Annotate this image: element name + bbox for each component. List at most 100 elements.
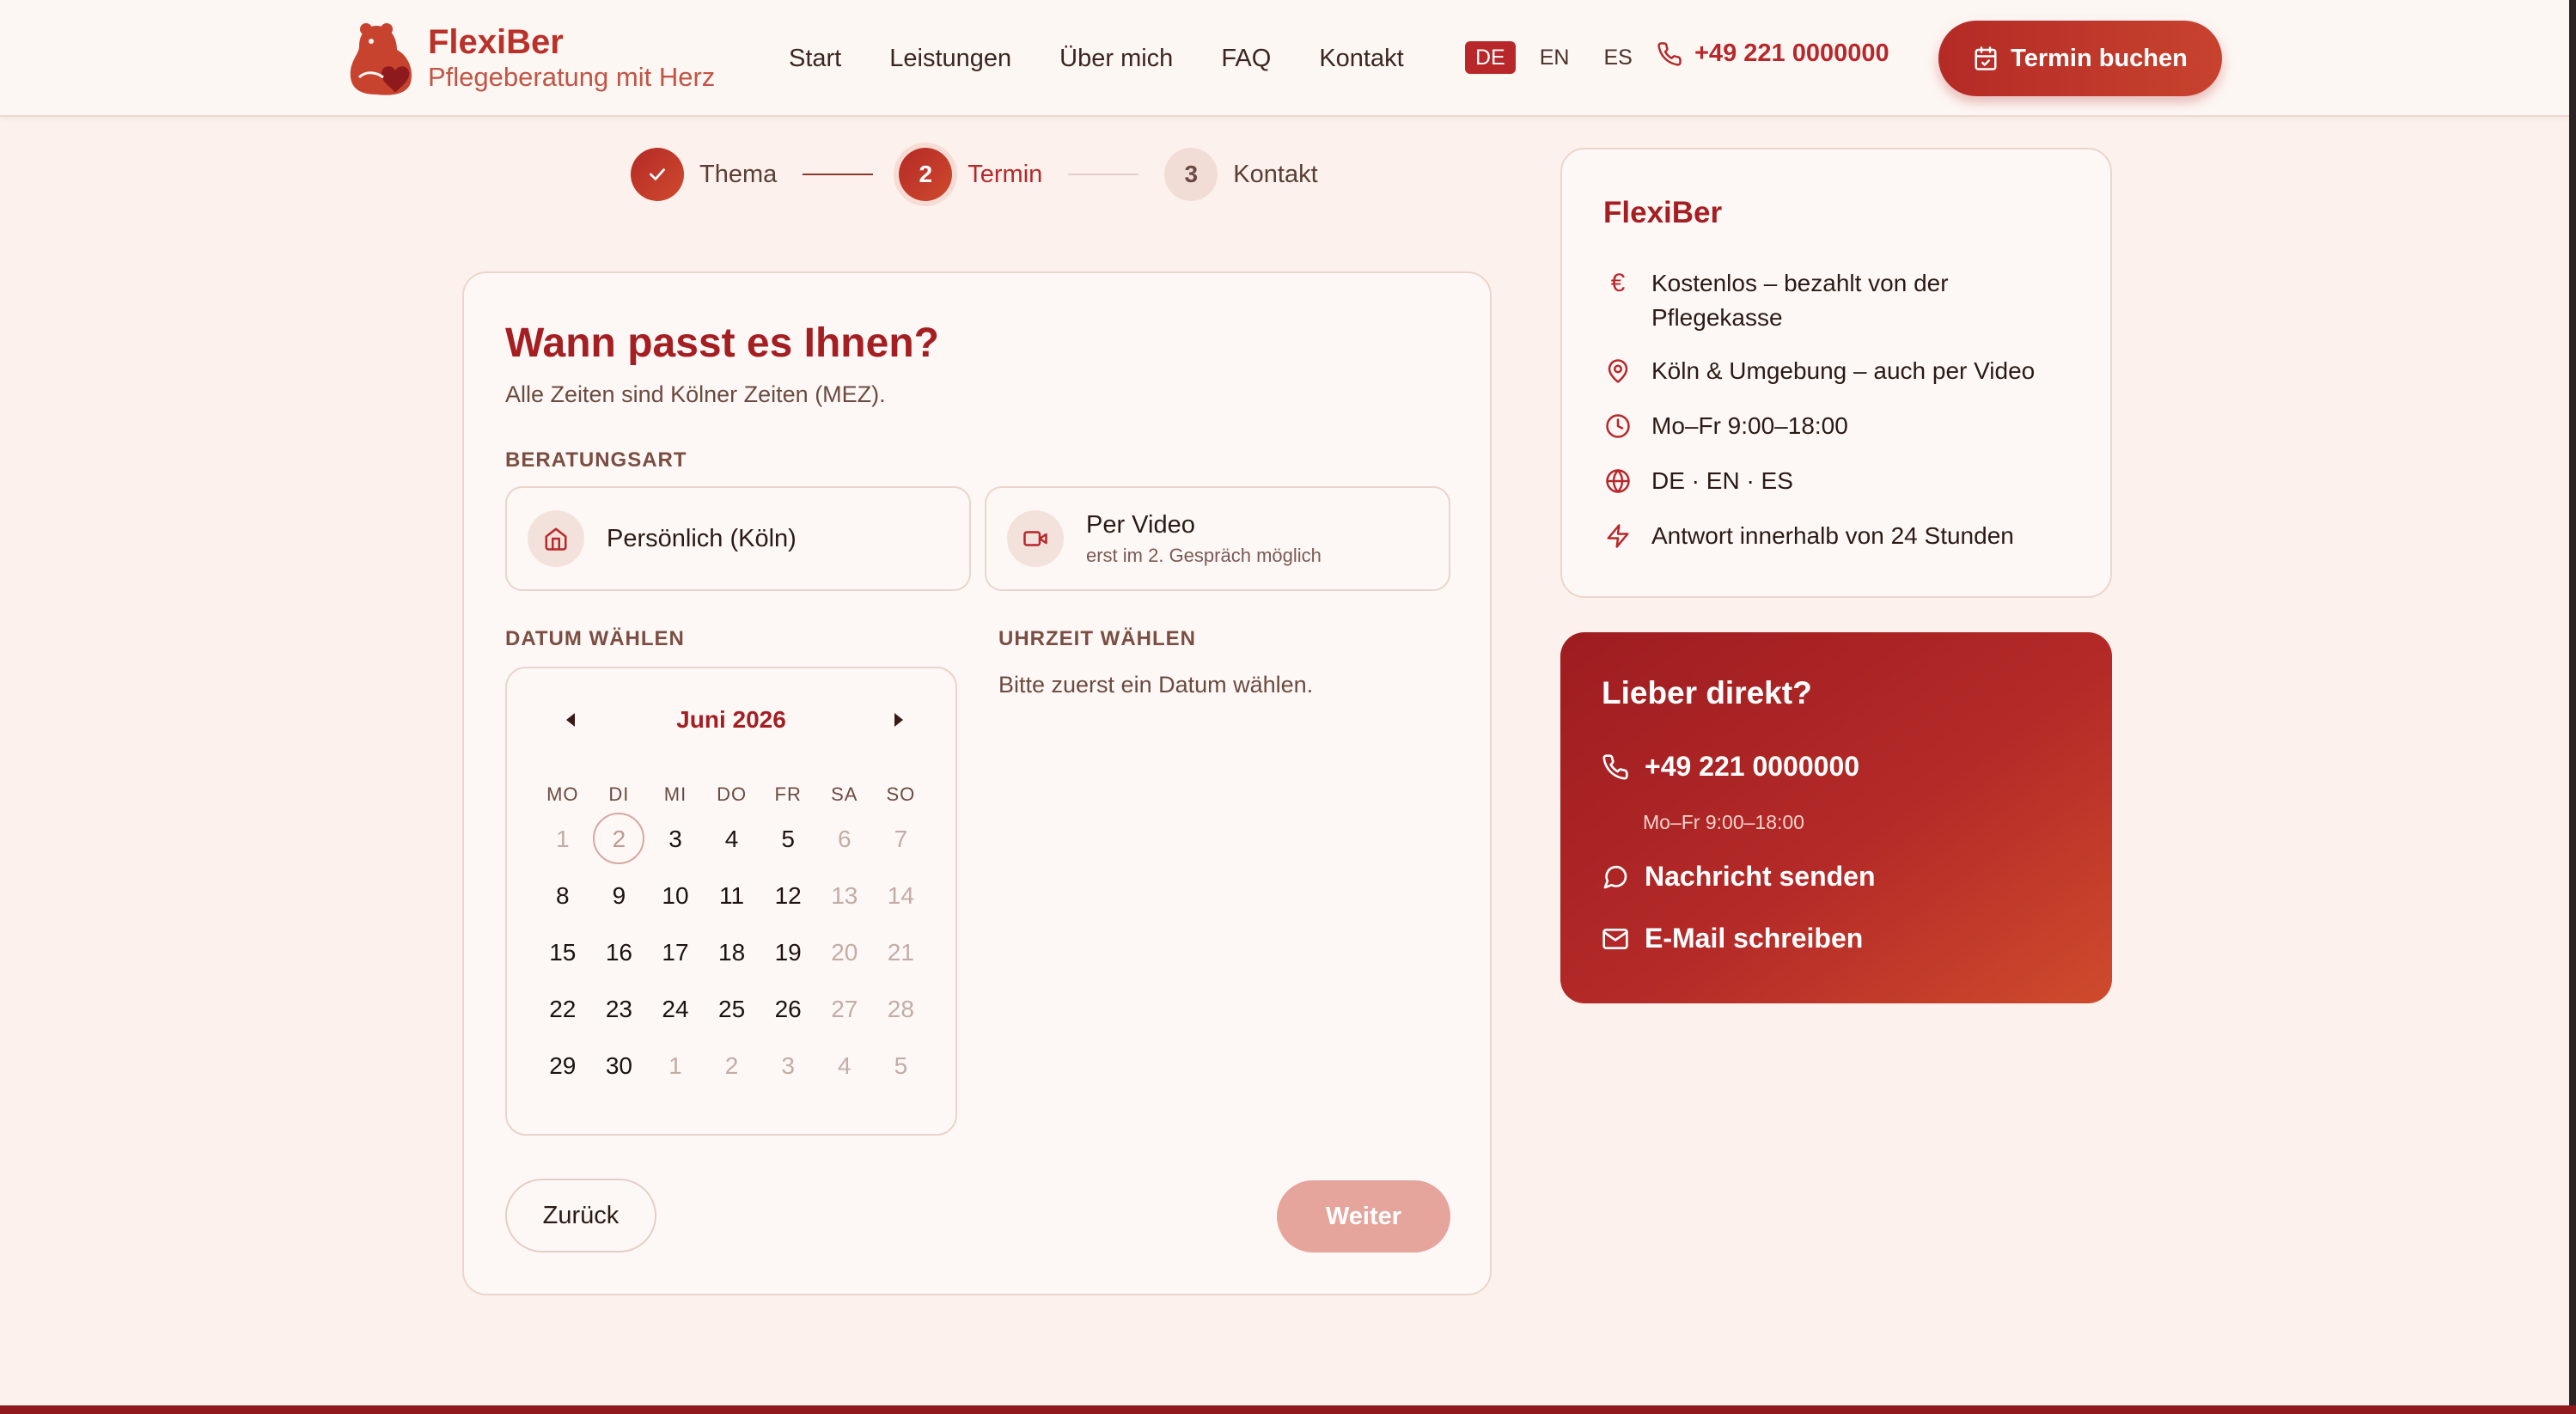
- calendar-day-number: 13: [831, 882, 858, 909]
- weekday-label: DI: [608, 783, 630, 805]
- calendar-day[interactable]: 5: [760, 826, 816, 853]
- phone-icon: [1657, 41, 1682, 66]
- euro-icon: €: [1610, 269, 1626, 297]
- language-switcher: DE EN ES: [1465, 41, 1657, 74]
- logo[interactable]: FlexiBer Pflegeberatung mit Herz: [347, 21, 715, 96]
- nav-ueber-mich[interactable]: Über mich: [1059, 41, 1173, 76]
- calendar-day-number: 4: [837, 1052, 852, 1079]
- book-appointment-button[interactable]: Termin buchen: [1938, 21, 2222, 96]
- nav-faq[interactable]: FAQ: [1221, 41, 1271, 76]
- option-video[interactable]: Per Video erst im 2. Gespräch möglich: [985, 486, 1450, 591]
- calendar-day: 13: [816, 882, 873, 910]
- info-title: FlexiBer: [1603, 196, 1723, 229]
- option-in-person[interactable]: Persönlich (Köln): [505, 486, 971, 591]
- calendar-day-number: 3: [668, 826, 682, 852]
- calendar-day[interactable]: 19: [760, 939, 816, 966]
- calendar-day: 28: [873, 996, 930, 1023]
- calendar-day[interactable]: 12: [760, 882, 816, 910]
- step-label: Termin: [968, 160, 1043, 188]
- calendar-day-number: 29: [549, 1052, 577, 1079]
- nav-kontakt[interactable]: Kontakt: [1319, 41, 1403, 76]
- step-label: Kontakt: [1233, 160, 1318, 188]
- calendar-day[interactable]: 16: [591, 939, 648, 966]
- calendar-day-number: 22: [549, 996, 577, 1022]
- calendar-day-number: 25: [718, 996, 746, 1022]
- info-text: Mo–Fr 9:00–18:00: [1651, 412, 1848, 439]
- calendar-day[interactable]: 18: [704, 939, 760, 966]
- home-icon: [528, 510, 584, 567]
- calendar-day[interactable]: 10: [647, 882, 704, 910]
- nav-leistungen[interactable]: Leistungen: [889, 41, 1011, 76]
- calendar-day-number: 10: [662, 882, 689, 909]
- calendar-day-number: 18: [718, 939, 746, 966]
- calendar-day-number: 23: [605, 996, 632, 1022]
- option-title: Per Video: [1086, 510, 1195, 539]
- date-label: DATUM WÄHLEN: [505, 627, 685, 650]
- lang-es[interactable]: ES: [1593, 41, 1642, 74]
- form-subtitle: Alle Zeiten sind Kölner Zeiten (MEZ).: [505, 381, 886, 407]
- calendar-day[interactable]: 29: [534, 1052, 591, 1080]
- video-icon: [1007, 510, 1064, 567]
- footer-edge: [0, 1405, 2576, 1414]
- calendar-day[interactable]: 4: [704, 826, 760, 853]
- calendar-day-number: 1: [556, 826, 570, 852]
- send-email-label: E-Mail schreiben: [1645, 923, 1864, 954]
- calendar-day[interactable]: 15: [534, 939, 591, 966]
- next-month-button[interactable]: [888, 710, 909, 730]
- prev-month-button[interactable]: [560, 710, 581, 730]
- calendar-day[interactable]: 22: [534, 996, 591, 1023]
- info-text: Kostenlos – bezahlt von der Pflegekasse: [1651, 270, 1949, 331]
- calendar-check-icon: [1975, 46, 1997, 70]
- step-done-indicator: [631, 148, 684, 201]
- calendar-day-number: 9: [612, 882, 626, 909]
- calendar-day[interactable]: 17: [647, 939, 704, 966]
- calendar-day[interactable]: 26: [760, 996, 816, 1023]
- calendar-day: 1: [534, 826, 591, 853]
- calendar-day: 3: [760, 1052, 816, 1080]
- step-connector: [803, 174, 874, 175]
- back-button[interactable]: Zurück: [505, 1179, 656, 1252]
- weekday-label: MI: [663, 783, 687, 805]
- option-title: Persönlich (Köln): [607, 524, 797, 552]
- step-label: Thema: [699, 160, 778, 188]
- calendar-day-number: 24: [662, 996, 689, 1022]
- calendar-day-number: 20: [831, 939, 858, 966]
- calendar-day: 5: [873, 1052, 930, 1080]
- calendar-day-number: 2: [593, 813, 645, 864]
- nav-start[interactable]: Start: [789, 41, 841, 76]
- calendar-day[interactable]: 24: [647, 996, 704, 1023]
- calendar-day-number: 4: [724, 826, 739, 852]
- calendar-day[interactable]: 23: [591, 996, 648, 1023]
- direct-hours: Mo–Fr 9:00–18:00: [1643, 811, 1804, 833]
- step-termin: 2 Termin: [899, 148, 1042, 201]
- location-icon: [1603, 354, 1633, 388]
- calendar-day[interactable]: 25: [704, 996, 760, 1023]
- calendar-day[interactable]: 30: [591, 1052, 648, 1080]
- direct-phone-link[interactable]: +49 221 0000000: [1602, 751, 1859, 783]
- next-button[interactable]: Weiter: [1277, 1180, 1450, 1252]
- header-phone-link[interactable]: +49 221 0000000: [1657, 40, 1889, 68]
- booking-stepper: Thema 2 Termin 3 Kontakt: [631, 148, 1318, 201]
- calendar-day[interactable]: 3: [647, 826, 704, 853]
- calendar-week: 29 30 1 2 3 4 5: [534, 1038, 929, 1094]
- calendar-day: 21: [873, 939, 930, 966]
- step-thema[interactable]: Thema: [631, 148, 777, 201]
- info-text: DE · EN · ES: [1651, 467, 1793, 494]
- calendar-day[interactable]: 9: [591, 882, 648, 910]
- info-item-cost: € Kostenlos – bezahlt von der Pflegekass…: [1603, 266, 2085, 335]
- lang-de[interactable]: DE: [1465, 41, 1516, 74]
- send-message-link[interactable]: Nachricht senden: [1602, 861, 1876, 893]
- chat-bubble-icon: [1603, 865, 1627, 888]
- calendar-day: 1: [647, 1052, 704, 1080]
- weekday-label: DO: [717, 783, 748, 805]
- calendar-day: 14: [873, 882, 930, 910]
- calendar-week: 15 16 17 18 19 20 21: [534, 924, 929, 981]
- calendar-day[interactable]: 8: [534, 882, 591, 910]
- calendar-day[interactable]: 11: [704, 882, 760, 910]
- lang-en[interactable]: EN: [1529, 41, 1580, 74]
- calendar-day-number: 8: [556, 882, 570, 909]
- scrollbar[interactable]: [2569, 0, 2576, 1414]
- send-email-link[interactable]: E-Mail schreiben: [1602, 923, 1863, 954]
- info-item-languages: DE · EN · ES: [1603, 464, 2085, 498]
- logo-name: FlexiBer: [428, 23, 564, 61]
